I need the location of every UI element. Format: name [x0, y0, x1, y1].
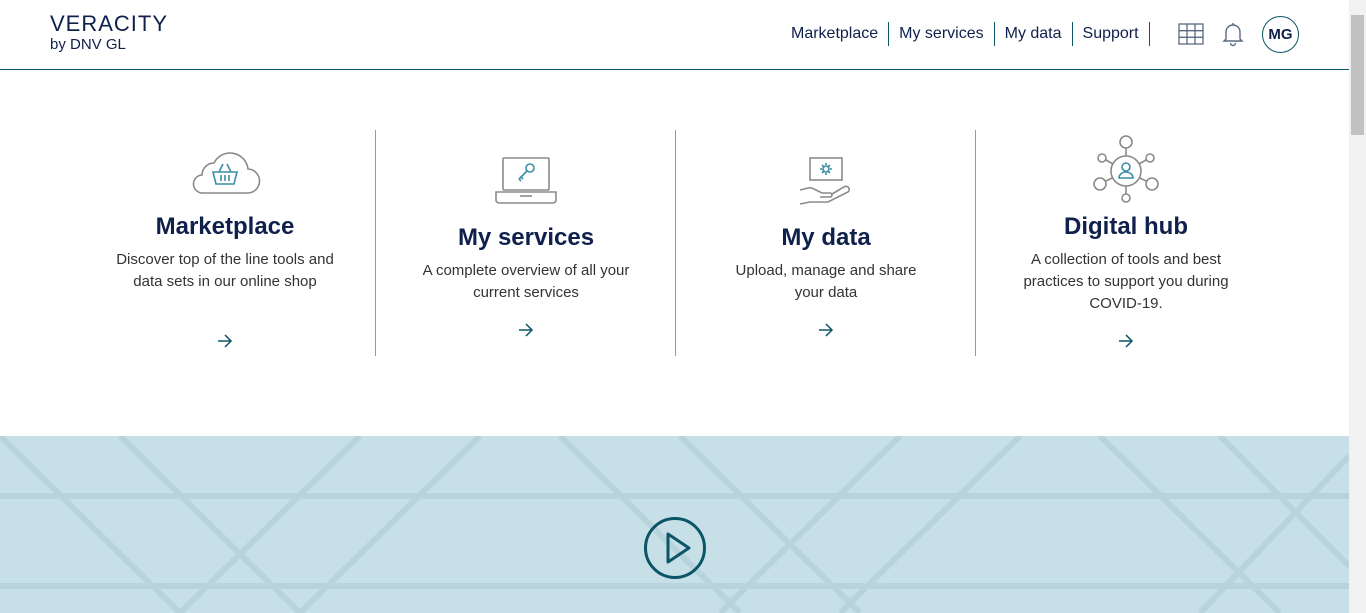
nav-my-data[interactable]: My data — [995, 23, 1072, 45]
card-marketplace[interactable]: Marketplace Discover top of the line too… — [75, 130, 375, 356]
hand-data-icon — [676, 156, 976, 208]
viewport: VERACITY by DNV GL Marketplace My servic… — [0, 0, 1349, 613]
arrow-right-icon[interactable] — [816, 320, 836, 340]
network-user-icon — [976, 134, 1276, 204]
card-my-services[interactable]: My services A complete overview of all y… — [375, 130, 675, 356]
apps-grid-icon[interactable] — [1176, 18, 1206, 50]
play-icon[interactable] — [643, 516, 707, 580]
main-nav: Marketplace My services My data Support — [781, 18, 1150, 50]
card-description: Upload, manage and share your data — [735, 262, 917, 301]
bell-icon[interactable] — [1218, 18, 1248, 50]
card-description: A complete overview of all your current … — [422, 262, 630, 301]
user-avatar[interactable]: MG — [1262, 16, 1299, 53]
page: VERACITY by DNV GL Marketplace My servic… — [0, 0, 1366, 613]
site-header: VERACITY by DNV GL Marketplace My servic… — [0, 0, 1349, 70]
card-digital-hub[interactable]: Digital hub A collection of tools and be… — [975, 130, 1275, 356]
scrollbar-thumb[interactable] — [1351, 15, 1364, 135]
card-title: Digital hub — [1064, 213, 1188, 240]
arrow-right-icon[interactable] — [1116, 331, 1136, 351]
veracity-logo[interactable]: VERACITY by DNV GL — [50, 13, 168, 53]
nav-my-services[interactable]: My services — [889, 23, 993, 45]
laptop-key-icon — [376, 156, 676, 208]
video-hero — [0, 436, 1349, 613]
card-title: Marketplace — [155, 213, 295, 240]
nav-divider — [1148, 22, 1150, 46]
cloud-basket-icon — [75, 145, 375, 195]
nav-marketplace[interactable]: Marketplace — [781, 23, 888, 45]
card-description: Discover top of the line tools and data … — [116, 251, 334, 290]
vertical-scrollbar[interactable] — [1349, 0, 1366, 613]
card-description: A collection of tools and best practices… — [1023, 251, 1229, 312]
arrow-right-icon[interactable] — [516, 320, 536, 340]
card-my-data[interactable]: My data Upload, manage and share your da… — [675, 130, 975, 356]
service-cards: Marketplace Discover top of the line too… — [75, 130, 1275, 356]
card-title: My data — [781, 224, 871, 251]
card-title: My services — [457, 224, 595, 251]
arrow-right-icon[interactable] — [215, 331, 235, 351]
nav-support[interactable]: Support — [1073, 23, 1149, 45]
logo-subtitle: by DNV GL — [50, 36, 126, 53]
logo-title: VERACITY — [50, 11, 169, 36]
